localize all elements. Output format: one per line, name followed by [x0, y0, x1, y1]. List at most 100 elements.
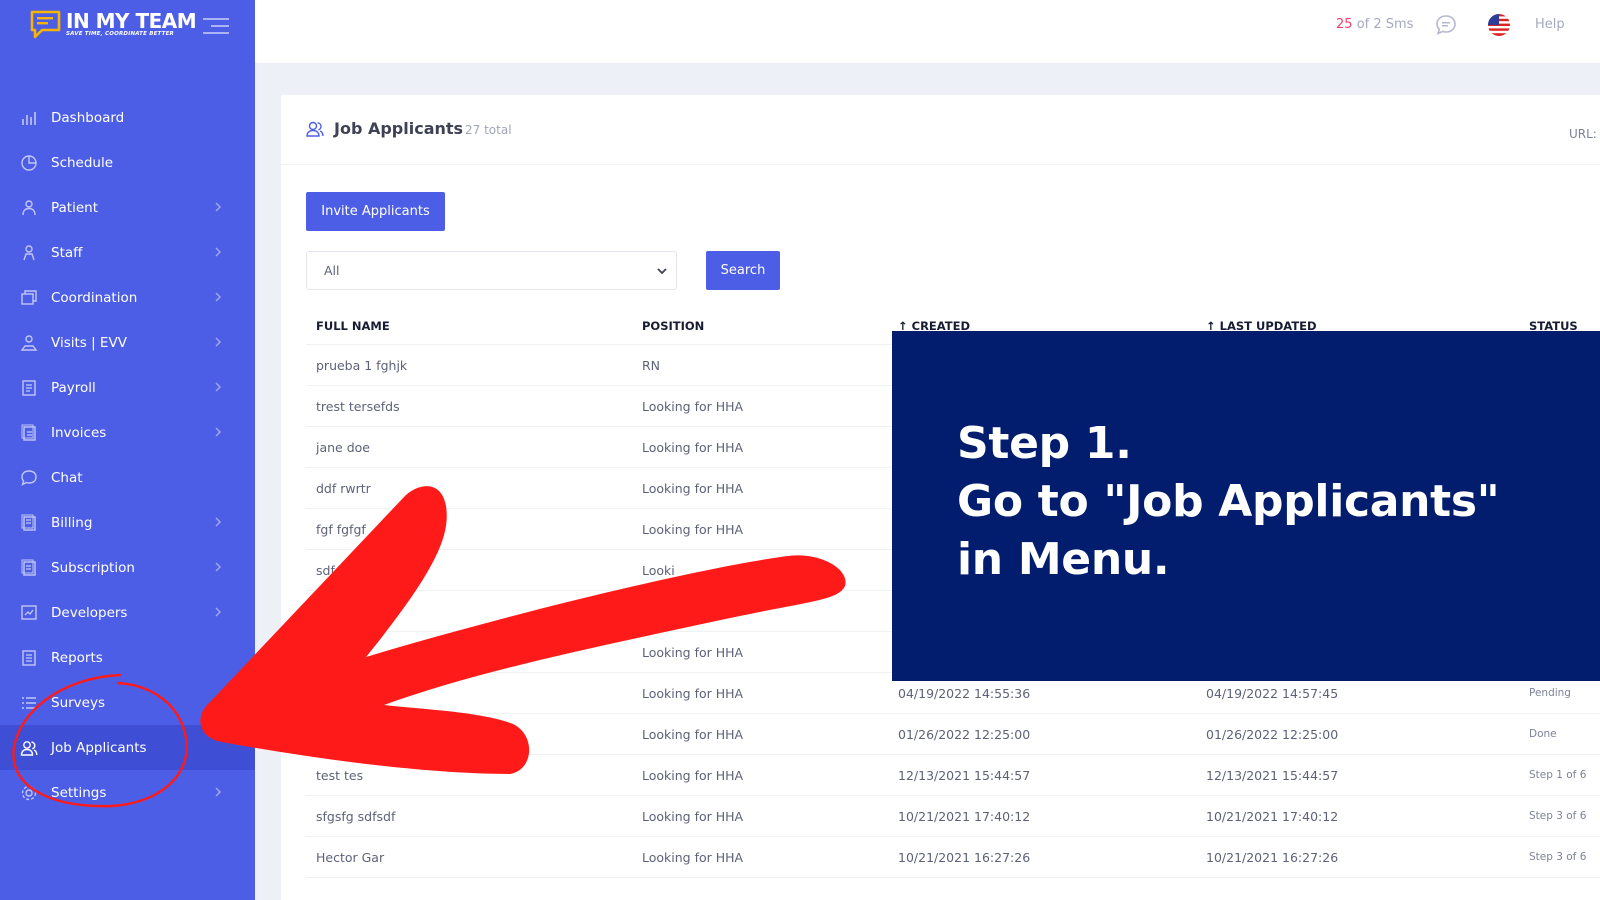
sidebar-item-subscription[interactable]: Subscription: [0, 545, 255, 590]
sidebar-item-chat[interactable]: Chat: [0, 455, 255, 500]
status-filter-select[interactable]: All: [306, 251, 677, 290]
chevron-right-icon: [215, 562, 222, 572]
cell-full-name: Hector Gar: [316, 850, 385, 865]
cell-full-name: fgf fgfgf: [316, 522, 366, 537]
sidebar-item-patient[interactable]: Patient: [0, 185, 255, 230]
cell-position: Looking for HHA: [642, 440, 744, 455]
help-link[interactable]: Help: [1535, 17, 1565, 32]
invite-applicants-button[interactable]: Invite Applicants: [306, 192, 445, 231]
column-header-full-name[interactable]: FULL NAME: [316, 319, 390, 333]
cell-last-updated: 10/21/2021 16:27:26: [1206, 850, 1339, 865]
sidebar-item-surveys[interactable]: Surveys: [0, 680, 255, 725]
chat-icon[interactable]: [1435, 14, 1457, 36]
cell-position: Looking for HHA: [642, 645, 744, 660]
sidebar-item-label: Chat: [51, 469, 83, 486]
cell-created: 10/21/2021 16:27:26: [898, 850, 1031, 865]
staff-icon: [19, 243, 39, 263]
sidebar-item-label: Developers: [51, 604, 128, 621]
invoice-icon: [19, 423, 39, 443]
bar-chart-icon: [19, 108, 39, 128]
cell-position: Looking for HHA: [642, 686, 744, 701]
sidebar-item-staff[interactable]: Staff: [0, 230, 255, 275]
cell-position: Looking for HHA: [642, 768, 744, 783]
sidebar-item-label: Job Applicants: [51, 739, 147, 756]
chevron-right-icon: [215, 787, 222, 797]
tutorial-line-2: Go to "Job Applicants": [957, 476, 1500, 527]
search-button[interactable]: Search: [706, 251, 780, 290]
cell-status: Done: [1529, 728, 1557, 740]
sidebar-item-settings[interactable]: Settings: [0, 770, 255, 815]
sidebar-item-schedule[interactable]: Schedule: [0, 140, 255, 185]
sidebar-item-developers[interactable]: Developers: [0, 590, 255, 635]
sidebar-item-label: Payroll: [51, 379, 96, 396]
sidebar-item-dashboard[interactable]: Dashboard: [0, 95, 255, 140]
sidebar-item-visits-evv[interactable]: Visits | EVV: [0, 320, 255, 365]
sidebar-item-label: Coordination: [51, 289, 138, 306]
sidebar-item-invoices[interactable]: Invoices: [0, 410, 255, 455]
cell-status: Step 3 of 6: [1529, 851, 1587, 863]
sms-counter[interactable]: 25 of 2 Sms: [1336, 17, 1413, 32]
report-icon: [19, 648, 39, 668]
us-flag-icon[interactable]: [1488, 14, 1510, 36]
logo-chat-icon: [30, 10, 61, 39]
cell-full-name: sdf: [316, 563, 335, 578]
menu-toggle-icon[interactable]: [203, 16, 229, 36]
document-icon: [19, 378, 39, 398]
sidebar-item-label: Dashboard: [51, 109, 125, 126]
column-header-position[interactable]: POSITION: [642, 319, 704, 333]
table-row[interactable]: test tes Looking for HHA 12/13/2021 15:44:…: [306, 755, 1600, 796]
url-label: URL:: [1569, 127, 1597, 141]
chevron-right-icon: [215, 382, 222, 392]
sidebar-item-reports[interactable]: Reports: [0, 635, 255, 680]
cell-full-name: sfgsfg sdfsdf: [316, 809, 396, 824]
table-row[interactable]: Hector Gar Looking for HHA 10/21/2021 16:2…: [306, 837, 1600, 878]
sidebar-item-job-applicants[interactable]: Job Applicants: [0, 725, 255, 770]
chevron-right-icon: [215, 427, 222, 437]
billing-icon: [19, 513, 39, 533]
sms-used: 25: [1336, 17, 1353, 32]
chevron-right-icon: [215, 247, 222, 257]
pie-chart-icon: [19, 153, 39, 173]
sidebar-nav: Dashboard Schedule Patient Staff Coordinatio…: [0, 95, 255, 815]
sidebar-item-label: Billing: [51, 514, 93, 531]
sidebar-item-label: Schedule: [51, 154, 114, 171]
windows-icon: [19, 288, 39, 308]
cell-full-name: ddf rwrtr: [316, 481, 371, 496]
brand-logo[interactable]: IN MY TEAM SAVE TIME, COORDINATE BETTER: [30, 9, 197, 40]
chevron-right-icon: [215, 517, 222, 527]
sidebar-item-billing[interactable]: Billing: [0, 500, 255, 545]
list-icon: [19, 693, 39, 713]
table-row[interactable]: Looking for HHA 01/26/2022 12:25:00 01/26/…: [306, 714, 1600, 755]
cell-position: RN: [642, 358, 661, 373]
cell-position: Looking for HHA: [642, 481, 744, 496]
sidebar-item-label: Patient: [51, 199, 99, 216]
cell-last-updated: 10/21/2021 17:40:12: [1206, 809, 1339, 824]
sidebar-item-label: Staff: [51, 244, 83, 261]
sidebar-item-label: Subscription: [51, 559, 135, 576]
card-header: Job Applicants 27 total URL:: [281, 95, 1600, 165]
sidebar: IN MY TEAM SAVE TIME, COORDINATE BETTER …: [0, 0, 255, 900]
brand-name: IN MY TEAM: [66, 9, 197, 33]
cell-full-name: jane doe: [316, 440, 370, 455]
sms-rest: of 2 Sms: [1356, 17, 1414, 32]
cell-full-name: test tes: [316, 768, 364, 783]
cell-position: Looking for HHA: [642, 809, 744, 824]
tutorial-line-3: in Menu.: [957, 534, 1170, 585]
sidebar-item-coordination[interactable]: Coordination: [0, 275, 255, 320]
sidebar-item-payroll[interactable]: Payroll: [0, 365, 255, 410]
table-row[interactable]: sfgsfg sdfsdf Looking for HHA 10/21/2021 1…: [306, 796, 1600, 837]
status-filter-value: All: [324, 263, 340, 278]
tutorial-text: Step 1. Go to "Job Applicants" in Menu.: [957, 415, 1500, 589]
cell-created: 04/19/2022 14:55:36: [898, 686, 1031, 701]
cell-last-updated: 01/26/2022 12:25:00: [1206, 727, 1339, 742]
cell-created: 12/13/2021 15:44:57: [898, 768, 1031, 783]
cell-status: Step 3 of 6: [1529, 810, 1587, 822]
tutorial-line-1: Step 1.: [957, 418, 1132, 469]
chevron-right-icon: [215, 292, 222, 302]
chevron-right-icon: [215, 607, 222, 617]
sidebar-item-label: Settings: [51, 784, 107, 801]
cell-full-name: trest tersefds: [316, 399, 400, 414]
cell-created: 10/21/2021 17:40:12: [898, 809, 1031, 824]
chevron-right-icon: [215, 337, 222, 347]
chevron-down-icon: [657, 268, 667, 275]
